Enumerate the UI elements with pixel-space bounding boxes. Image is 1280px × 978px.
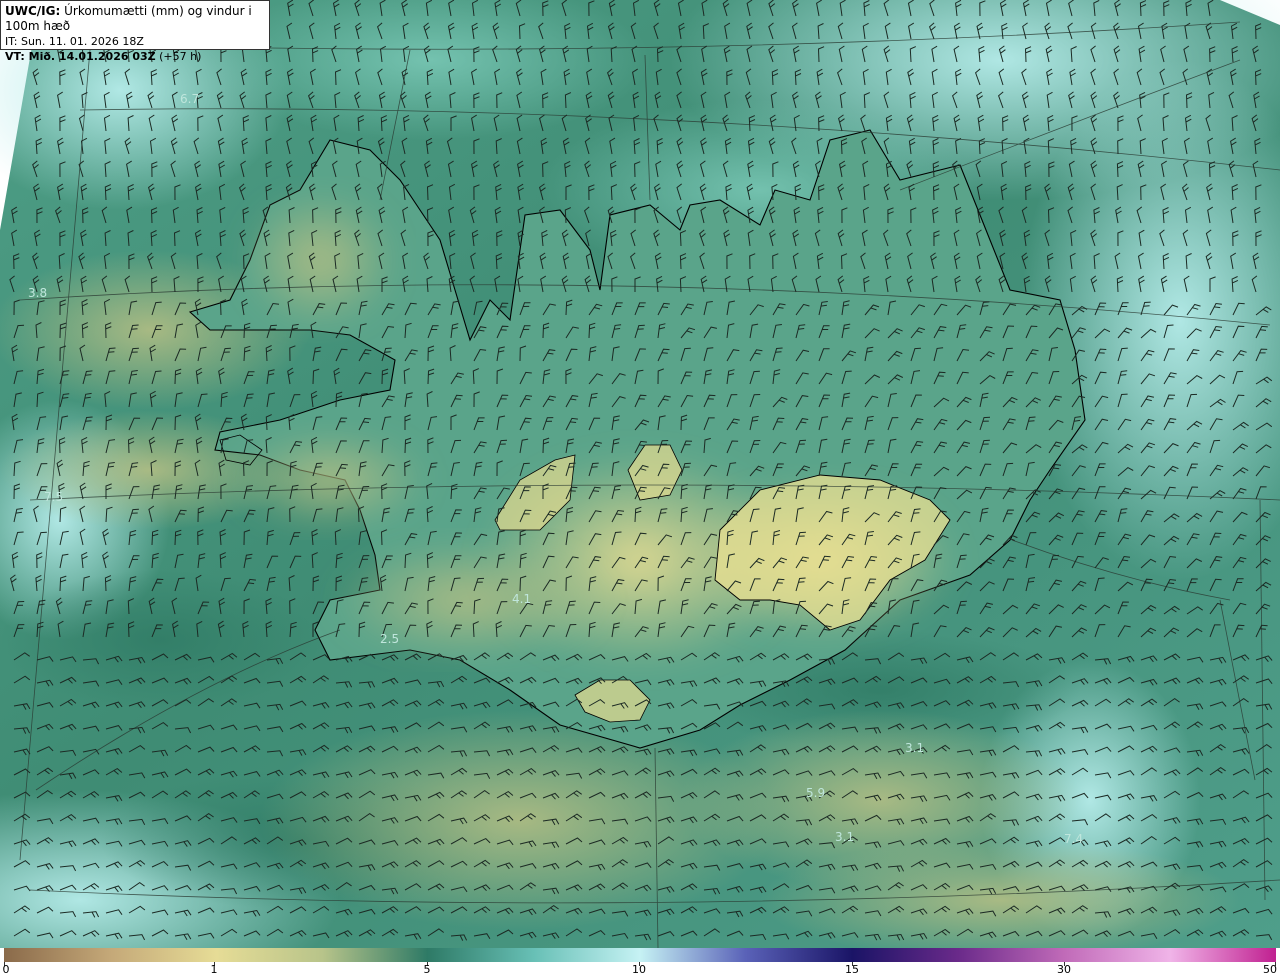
- point-value: 3.1: [835, 830, 854, 844]
- point-value: 3.1: [905, 741, 924, 755]
- point-value: 4.1: [512, 592, 531, 606]
- init-time: IT: Sun. 11. 01. 2026 18Z: [5, 35, 144, 48]
- colorbar-label: 0: [2, 963, 10, 976]
- colorbar-label: 10: [632, 963, 646, 976]
- colorbar-legend: 0 1 5 10 15 30 50: [0, 948, 1280, 978]
- valid-time: VT: Mið. 14.01.2026 03Z (+57 h): [5, 49, 265, 64]
- colorbar-label: 15: [845, 963, 859, 976]
- colorbar-label: 30: [1057, 963, 1071, 976]
- colorbar-label: 50: [1263, 963, 1277, 976]
- colorbar-strip: [4, 948, 1276, 962]
- precipitation-wind-map[interactable]: 6.7 3.8 7.5 4.1 2.5 3.1 5.9 3.1 7.4: [0, 0, 1280, 948]
- point-value: 7.5: [44, 490, 63, 504]
- map-title: UWC/IG: Úrkomumætti (mm) og vindur i 100…: [5, 4, 265, 34]
- point-value: 3.8: [28, 286, 47, 300]
- valid-time-label: VT: Mið. 14.01.2026 03Z: [5, 50, 156, 63]
- point-value: 5.9: [806, 786, 825, 800]
- forecast-map-app: 6.7 3.8 7.5 4.1 2.5 3.1 5.9 3.1 7.4 UWC/…: [0, 0, 1280, 978]
- map-info-box: UWC/IG: Úrkomumætti (mm) og vindur i 100…: [0, 0, 270, 63]
- model-name: UWC/IG:: [5, 4, 61, 18]
- point-value: 2.5: [380, 632, 399, 646]
- colorbar-label: 5: [423, 963, 431, 976]
- colorbar-label: 1: [210, 963, 218, 976]
- point-value: 7.4: [1064, 832, 1083, 846]
- point-value: 6.7: [180, 92, 199, 106]
- valid-time-offset: (+57 h): [159, 50, 202, 63]
